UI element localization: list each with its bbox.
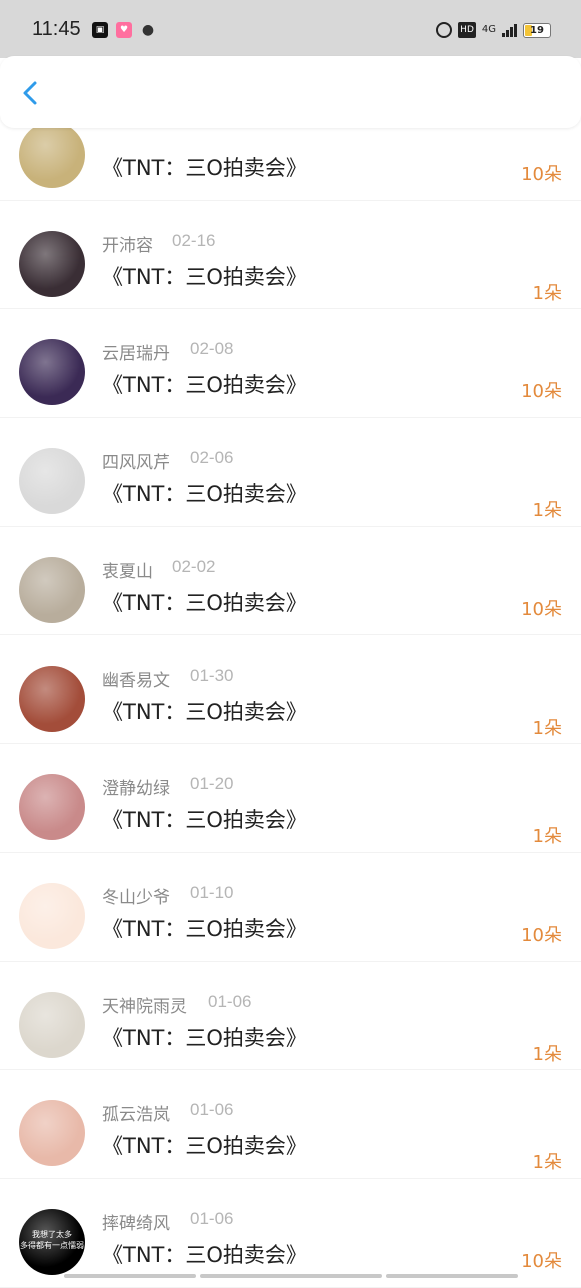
avatar[interactable]	[19, 448, 85, 515]
status-time: 11:45	[32, 18, 81, 40]
work-title[interactable]: 《TNT：三O拍卖会》	[102, 1239, 307, 1269]
sender-name: 孤云浩岚	[102, 1105, 170, 1126]
sender-name: 云居瑞丹	[102, 344, 170, 365]
avatar-caption: 我想了太多 多得都有一点懦弱	[20, 1230, 84, 1250]
gift-amount: 1朵	[532, 1043, 562, 1065]
work-title[interactable]: 《TNT：三O拍卖会》	[102, 261, 307, 291]
avatar[interactable]	[19, 339, 85, 406]
work-title[interactable]: 《TNT：三O拍卖会》	[102, 696, 307, 726]
home-indicator	[64, 1274, 518, 1278]
list-item[interactable]: 孤云浩岚 01-06 《TNT：三O拍卖会》 1朵	[0, 1070, 581, 1179]
avatar[interactable]	[19, 230, 85, 297]
gift-date: 01-10	[190, 882, 234, 902]
list-item[interactable]: 云居瑞丹 02-08 《TNT：三O拍卖会》 10朵	[0, 309, 581, 419]
back-button[interactable]	[16, 78, 46, 108]
avatar[interactable]: 我想了太多 多得都有一点懦弱	[19, 1209, 85, 1275]
list-item[interactable]: 澄静幼绿 01-20 《TNT：三O拍卖会》 1朵	[0, 744, 581, 853]
avatar[interactable]	[19, 122, 85, 188]
list-item[interactable]: 衷夏山 02-02 《TNT：三O拍卖会》 10朵	[0, 527, 581, 636]
notification-app-icon: ▣	[92, 22, 108, 38]
gift-date: 01-06	[190, 1209, 234, 1228]
sender-name: 幽香易文	[102, 670, 170, 691]
gift-date: 02-02	[172, 556, 216, 576]
status-app-icons: ▣ ♥ ●	[92, 22, 156, 38]
gift-amount: 10朵	[521, 381, 562, 403]
work-title[interactable]: 《TNT：三O拍卖会》	[102, 478, 307, 508]
avatar[interactable]	[19, 991, 85, 1058]
battery-icon: 19	[523, 22, 551, 38]
avatar[interactable]	[19, 882, 85, 949]
status-right: HD 4G 19	[436, 22, 551, 38]
gift-amount: 1朵	[532, 282, 562, 304]
sender-name: 澄静幼绿	[102, 779, 170, 800]
status-bar: 11:45 ▣ ♥ ● HD 4G 19	[0, 0, 581, 58]
chevron-left-icon	[23, 81, 37, 105]
gift-amount: 10朵	[521, 164, 562, 185]
work-title[interactable]: 《TNT：三O拍卖会》	[102, 804, 307, 834]
gift-amount: 10朵	[521, 924, 562, 946]
list-item[interactable]: 冬山少爷 01-10 《TNT：三O拍卖会》 10朵	[0, 853, 581, 962]
sender-name: 四风风芹	[102, 453, 170, 474]
battery-level: 19	[530, 24, 544, 36]
avatar[interactable]	[19, 556, 85, 623]
work-title[interactable]: 《TNT：三O拍卖会》	[102, 587, 307, 617]
gift-date: 01-06	[190, 1100, 234, 1120]
avatar[interactable]	[19, 1100, 85, 1167]
gift-amount: 1朵	[532, 826, 562, 848]
gift-date: 02-16	[172, 230, 216, 250]
work-title[interactable]: 《TNT：三O拍卖会》	[102, 152, 307, 182]
list-item[interactable]: 四风风芹 02-06 《TNT：三O拍卖会》 1朵	[0, 418, 581, 527]
sender-name: 摔碑绮风	[102, 1214, 170, 1234]
gift-date: 01-30	[190, 665, 234, 685]
gift-amount: 1朵	[532, 717, 562, 739]
network-label: 4G	[481, 24, 496, 35]
work-title[interactable]: 《TNT：三O拍卖会》	[102, 1022, 307, 1052]
gift-date: 02-06	[190, 448, 234, 468]
list-item[interactable]: 我想了太多 多得都有一点懦弱 摔碑绮风 01-06 《TNT：三O拍卖会》 10朵	[0, 1179, 581, 1288]
gift-amount: 1朵	[532, 1152, 562, 1174]
gift-date: 02-08	[190, 339, 234, 359]
soul-app-icon: ♥	[116, 22, 132, 38]
signal-icon	[502, 23, 517, 37]
nav-bar	[0, 56, 581, 128]
wechat-icon: ●	[141, 22, 155, 38]
avatar[interactable]	[19, 774, 85, 841]
list-item[interactable]: 天神院雨灵 01-06 《TNT：三O拍卖会》 1朵	[0, 962, 581, 1071]
gift-amount: 10朵	[521, 598, 562, 620]
sender-name: 冬山少爷	[102, 887, 170, 908]
list-item[interactable]: 开沛容 02-16 《TNT：三O拍卖会》 1朵	[0, 201, 581, 310]
work-title[interactable]: 《TNT：三O拍卖会》	[102, 369, 307, 399]
gift-amount: 10朵	[521, 1251, 562, 1272]
hd-icon: HD	[458, 22, 476, 38]
sender-name: 衷夏山	[102, 561, 153, 582]
avatar[interactable]	[19, 665, 85, 732]
work-title[interactable]: 《TNT：三O拍卖会》	[102, 1130, 307, 1160]
work-title[interactable]: 《TNT：三O拍卖会》	[102, 913, 307, 943]
sender-name: 开沛容	[102, 235, 153, 256]
alarm-icon	[436, 22, 453, 38]
gift-date: 01-20	[190, 774, 234, 794]
list-item[interactable]: 幽香易文 01-30 《TNT：三O拍卖会》 1朵	[0, 636, 581, 745]
gift-date: 01-06	[208, 991, 252, 1011]
sender-name: 天神院雨灵	[102, 996, 187, 1017]
gift-amount: 1朵	[532, 500, 562, 522]
